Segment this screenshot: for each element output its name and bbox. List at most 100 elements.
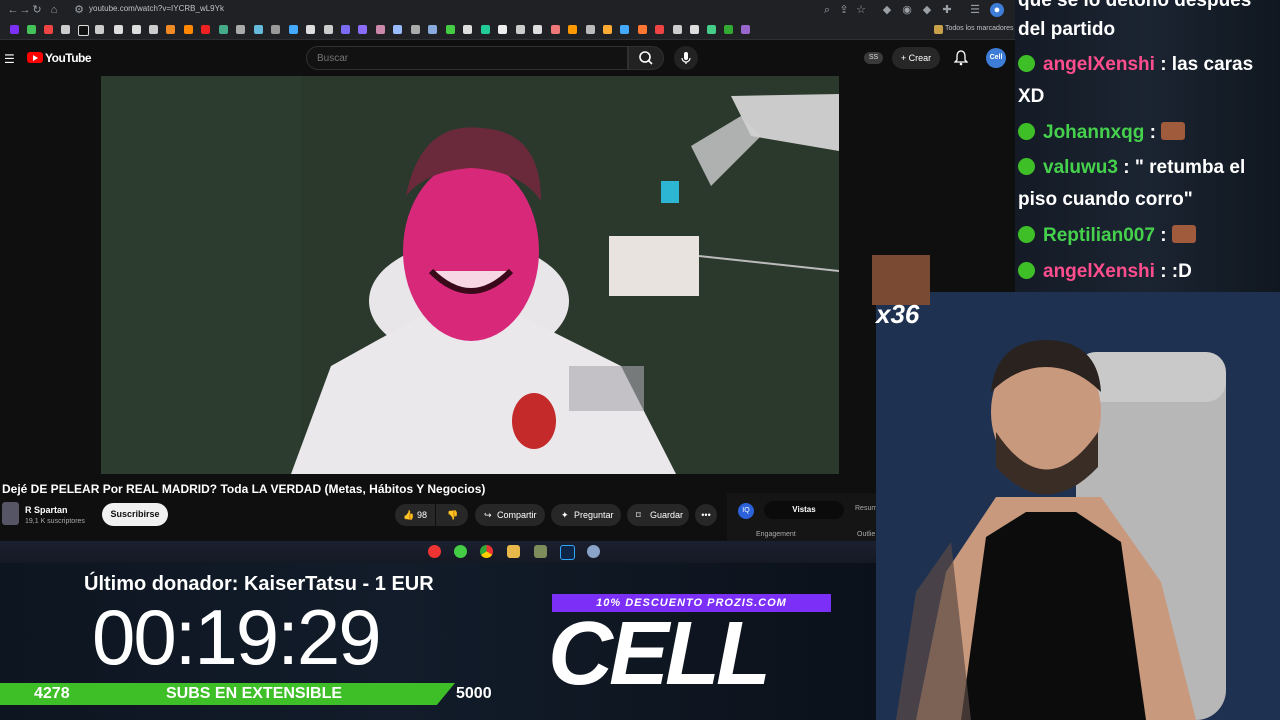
bookmark-icon[interactable] (568, 25, 577, 34)
youtube-logo-text[interactable]: YouTube (45, 51, 92, 65)
app-icon[interactable] (534, 545, 547, 558)
bookmark-icon[interactable] (219, 25, 228, 34)
extension-icon[interactable]: ◆ (880, 3, 894, 17)
chat-username: Johannxqg (1043, 122, 1145, 143)
zoom-icon[interactable]: ⌕ (820, 3, 834, 17)
app-icon[interactable] (587, 545, 600, 558)
bookmark-icon[interactable] (741, 25, 750, 34)
photoshop-icon[interactable] (560, 545, 575, 560)
account-avatar[interactable]: Cell (986, 48, 1006, 68)
bookmark-icon[interactable] (446, 25, 455, 34)
chat-text: piso cuando corro" (1018, 189, 1193, 210)
ss-badge[interactable]: SS (864, 52, 883, 64)
search-icon (639, 51, 653, 65)
bookmark-icon[interactable] (603, 25, 612, 34)
bookmark-icon[interactable] (428, 25, 437, 34)
all-bookmarks-link[interactable]: Todos los marcadores (945, 25, 1013, 32)
bookmark-icon[interactable] (481, 25, 490, 34)
tab-summary[interactable]: Resum (855, 505, 877, 512)
bookmark-icon[interactable] (655, 25, 664, 34)
bookmark-icon[interactable] (341, 25, 350, 34)
search-button[interactable] (628, 46, 664, 70)
subscriber-badge-icon (1018, 55, 1035, 72)
extension-logo-icon[interactable]: IQ (738, 503, 754, 519)
bookmark-icon[interactable] (498, 25, 507, 34)
bookmark-icon[interactable] (673, 25, 682, 34)
bookmark-icon[interactable] (620, 25, 629, 34)
save-button[interactable]: ⌑ Guardar (627, 504, 689, 526)
install-icon[interactable]: ⇪ (837, 3, 851, 17)
chat-message: Johannxqg : (1018, 122, 1186, 144)
obs-icon[interactable] (428, 545, 441, 558)
bookmark-icon[interactable] (27, 25, 36, 34)
bookmark-icon[interactable] (638, 25, 647, 34)
voice-search-button[interactable] (674, 46, 698, 70)
more-actions-button[interactable]: ••• (695, 504, 717, 526)
bookmark-icon[interactable] (533, 25, 542, 34)
dislike-button[interactable]: 👎 (436, 504, 468, 526)
bookmark-icon[interactable] (516, 25, 525, 34)
extension-icon[interactable]: ◆ (920, 3, 934, 17)
bookmark-icon[interactable] (10, 25, 19, 34)
create-button[interactable]: + Crear (892, 47, 940, 69)
bookmarks-bar: Todos los marcadores (0, 20, 1015, 40)
xbox-icon[interactable] (454, 545, 467, 558)
bookmark-icon[interactable] (324, 25, 333, 34)
bookmark-icon[interactable] (78, 25, 89, 36)
bookmark-icon[interactable] (289, 25, 298, 34)
bookmark-icon[interactable] (707, 25, 716, 34)
subscribe-button[interactable]: Suscribirse (102, 503, 168, 526)
bookmark-icon[interactable] (586, 25, 595, 34)
subscriber-badge-icon (1018, 123, 1035, 140)
bookmark-icon[interactable] (690, 25, 699, 34)
extension-icon[interactable]: ◉ (900, 3, 914, 17)
youtube-header: ☰ YouTube SS + Crear Cell (0, 40, 1015, 76)
bookmark-icon[interactable] (95, 25, 104, 34)
bookmark-icon[interactable] (44, 25, 53, 34)
url-field[interactable]: youtube.com/watch?v=IYCRB_wL9Yk (89, 4, 224, 13)
like-button[interactable]: 👍 98 (395, 504, 435, 526)
menu-icon[interactable]: ☰ (968, 3, 982, 17)
bookmark-icon[interactable] (114, 25, 123, 34)
reload-icon[interactable]: ↻ (30, 3, 44, 17)
site-info-icon[interactable]: ⚙ (72, 3, 86, 17)
share-button[interactable]: ↪ Compartir (475, 504, 545, 526)
bookmark-icon[interactable] (551, 25, 560, 34)
channel-avatar[interactable] (2, 502, 19, 525)
bookmark-icon[interactable] (132, 25, 141, 34)
bookmark-icon[interactable] (306, 25, 315, 34)
bookmark-icon[interactable] (271, 25, 280, 34)
home-icon[interactable]: ⌂ (47, 3, 61, 17)
bookmark-icon[interactable] (201, 25, 210, 34)
subscriber-count: 19,1 K suscriptores (25, 518, 85, 525)
ask-button[interactable]: ✦ Preguntar (551, 504, 621, 526)
bookmark-icon[interactable] (724, 25, 733, 34)
notifications-bell-icon[interactable] (954, 50, 968, 66)
bookmark-icon[interactable] (61, 25, 70, 34)
bookmark-star-icon[interactable]: ☆ (854, 3, 868, 17)
tab-views[interactable]: Vistas (764, 501, 844, 519)
bookmark-icon[interactable] (463, 25, 472, 34)
hamburger-menu-icon[interactable]: ☰ (4, 52, 15, 66)
youtube-logo-icon[interactable] (27, 52, 43, 63)
video-player[interactable] (101, 76, 839, 474)
bookmark-icon[interactable] (393, 25, 402, 34)
engagement-label: Engagement (756, 531, 796, 538)
search-input[interactable] (306, 46, 628, 70)
ask-label: Preguntar (574, 510, 614, 520)
emote-combo: x36 (872, 255, 930, 329)
bookmark-icon[interactable] (358, 25, 367, 34)
file-explorer-icon[interactable] (507, 545, 520, 558)
bookmark-icon[interactable] (236, 25, 245, 34)
bookmark-icon[interactable] (254, 25, 263, 34)
extensions-puzzle-icon[interactable]: ✚ (940, 3, 954, 17)
bookmark-icon[interactable] (376, 25, 385, 34)
bookmark-icon[interactable] (411, 25, 420, 34)
chrome-icon[interactable] (480, 545, 493, 558)
profile-icon[interactable]: ● (990, 3, 1004, 17)
chat-message: piso cuando corro" (1018, 189, 1193, 211)
bookmark-icon[interactable] (149, 25, 158, 34)
bookmark-icon[interactable] (166, 25, 175, 34)
bookmark-icon[interactable] (184, 25, 193, 34)
channel-name[interactable]: R Spartan (25, 505, 68, 515)
